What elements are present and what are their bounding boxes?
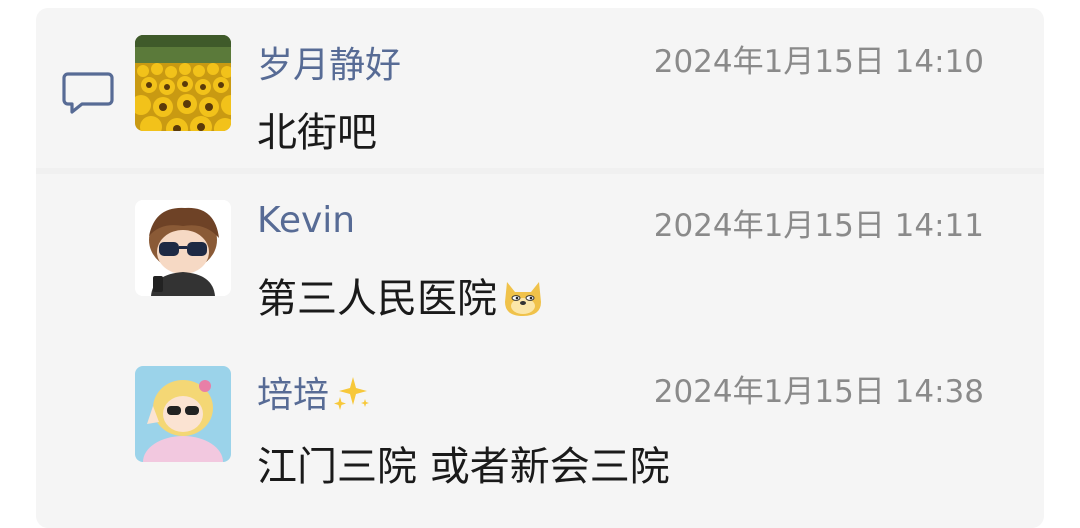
comment-time: 2024年1月15日 14:10 [653, 44, 984, 80]
comment-item[interactable]: Kevin 2024年1月15日 14:11 第三人民医院 [0, 174, 1080, 338]
cartoon-girl-sunglasses-avatar[interactable] [135, 366, 231, 462]
cartoon-boy-sunglasses-avatar[interactable] [135, 200, 231, 296]
comment-item[interactable]: 培培 2024年1月15日 14:38 江门三院 或者新会三院 [0, 338, 1080, 512]
comment-text-content: 第三人民医院 [257, 276, 497, 322]
comment-time: 2024年1月15日 14:11 [653, 208, 984, 244]
comment-text: 北街吧 [257, 110, 377, 156]
comment-author[interactable]: Kevin [257, 200, 355, 241]
sparkles-emoji-icon [334, 377, 370, 410]
comment-author-name[interactable]: 培培 [257, 375, 329, 416]
comment-time: 2024年1月15日 14:38 [653, 374, 984, 410]
comment-text: 第三人民医院 [257, 266, 547, 324]
comment-author[interactable]: 岁月静好 [257, 36, 401, 88]
comment-item[interactable]: 岁月静好 2024年1月15日 14:10 北街吧 [0, 0, 1080, 168]
sunflower-field-avatar[interactable] [135, 35, 231, 131]
comment-text: 江门三院 或者新会三院 [257, 444, 670, 490]
doge-emoji-icon [505, 282, 541, 316]
comment-author[interactable]: 培培 [257, 366, 371, 418]
